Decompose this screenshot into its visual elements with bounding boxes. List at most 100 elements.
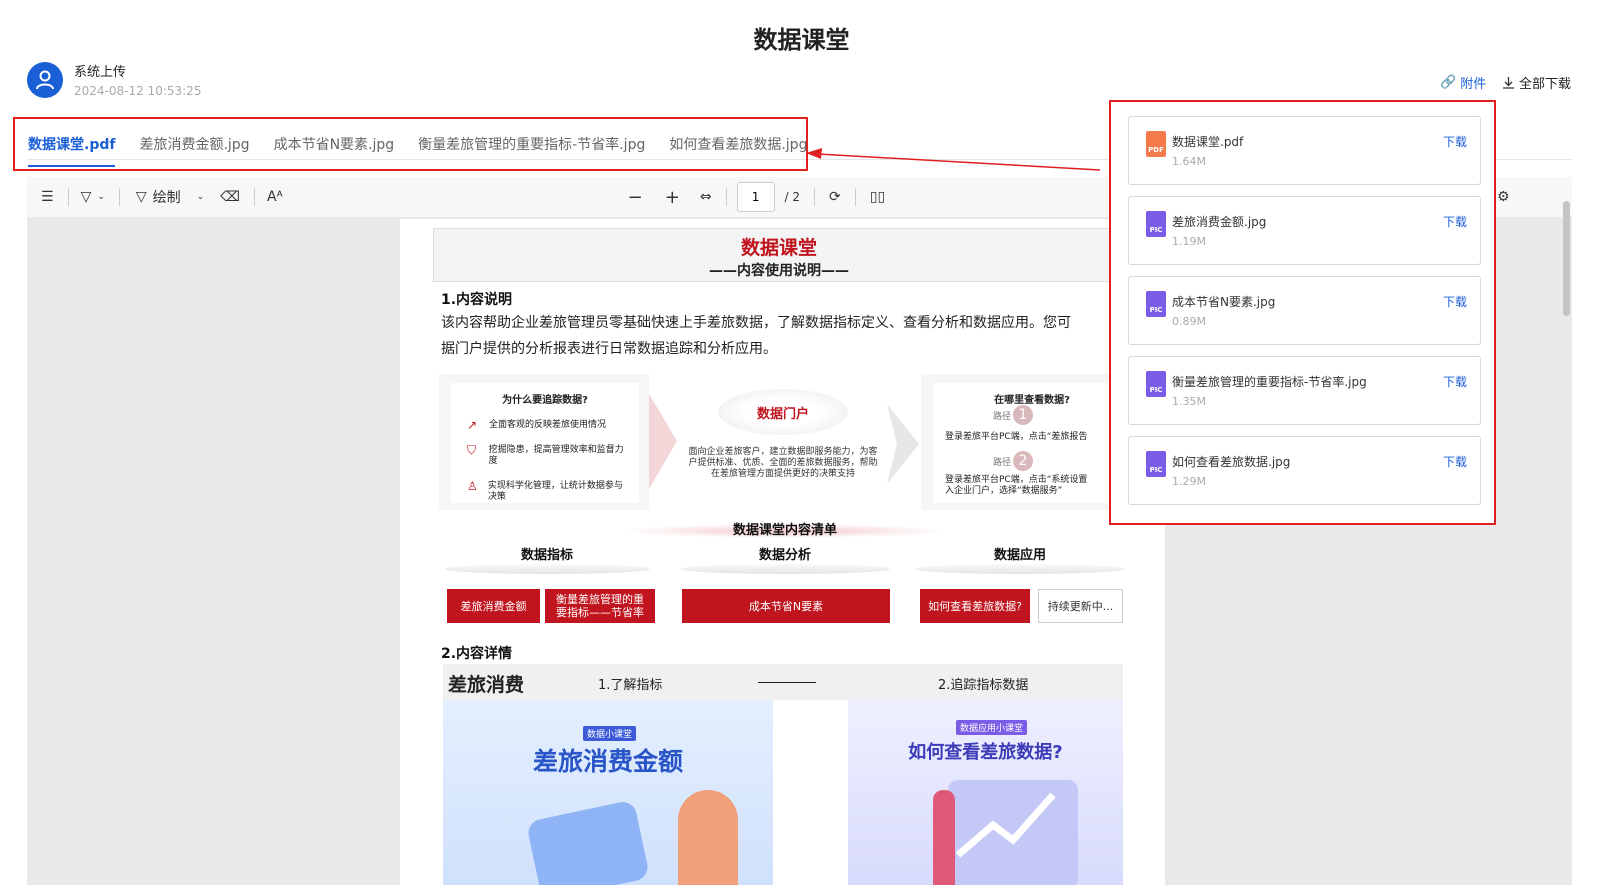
section1-line2: 据门户提供的分析报表进行日常数据追踪和分析应用。: [441, 341, 777, 357]
tab-jpg-1[interactable]: 差旅消费金额.jpg: [139, 134, 249, 154]
detail-category: 差旅消费: [448, 674, 525, 696]
doc-subtitle: ——内容使用说明——: [709, 263, 849, 279]
attachments-label: 附件: [1460, 77, 1487, 92]
section2-title: 2.内容详情: [441, 646, 513, 662]
attachments-link[interactable]: 🔗 附件: [1440, 73, 1486, 92]
toolbar-separator: [854, 188, 856, 206]
path-label: 路径: [993, 458, 1012, 468]
attachment-size: 1.29M: [1172, 475, 1206, 488]
attachment-item[interactable]: PIC 衡量差旅管理的重要指标-节省率.jpg 1.35M 下载: [1128, 356, 1481, 425]
attachment-size: 1.64M: [1172, 155, 1206, 168]
content-box[interactable]: 如何查看差旅数据?: [920, 589, 1030, 623]
download-icon: [1503, 77, 1514, 89]
list-title: 数据课堂内容清单: [732, 523, 837, 538]
tab-jpg-3[interactable]: 衡量差旅管理的重要指标-节省率.jpg: [418, 134, 645, 154]
path2-text: 登录差旅平台PC端，点击“系统设置入企业门户，选择“数据服务”: [945, 475, 1088, 496]
attachment-name: 数据课堂.pdf: [1172, 135, 1244, 149]
card-badge: 数据小课堂: [583, 726, 637, 741]
content-box[interactable]: 差旅消费金额: [447, 589, 540, 623]
content-box: 持续更新中...: [1038, 589, 1123, 623]
attachment-item[interactable]: PDF 数据课堂.pdf 1.64M 下载: [1128, 116, 1481, 185]
two-page-icon[interactable]: ▯▯: [870, 189, 885, 205]
toolbar-separator: [814, 188, 816, 206]
card-badge: 数据应用小课堂: [956, 720, 1028, 735]
shield-icon: ⛉: [467, 443, 477, 457]
column-analysis: 数据分析: [758, 548, 811, 563]
attachment-name: 成本节省N要素.jpg: [1172, 295, 1276, 309]
image-file-icon: PIC: [1146, 451, 1166, 477]
image-file-icon: PIC: [1146, 291, 1166, 317]
scroll-thumb[interactable]: [1563, 201, 1570, 316]
where-view-panel: 在哪里查看数据? 路径 1 登录差旅平台PC端，点击“差旅报告 路径 2 登录差…: [921, 374, 1131, 510]
data-portal-text: 面向企业差旅客户，建立数据即服务能力，为客户提供标准、优质、全面的差旅数据服务，…: [688, 447, 878, 479]
upload-time: 2024-08-12 10:53:25: [74, 84, 202, 98]
rotate-icon[interactable]: ⟳: [829, 189, 841, 205]
download-link[interactable]: 下载: [1443, 293, 1467, 310]
content-box[interactable]: 衡量差旅管理的重要指标——节省率: [545, 589, 655, 623]
draw-tool[interactable]: ▽ 绘制 ⌄: [136, 187, 204, 207]
detail-bar: 差旅消费 1.了解指标 2.追踪指标数据: [443, 664, 1123, 700]
wallet-illustration: [525, 799, 651, 885]
why-item: ⛉ 挖掘隐患，提高管理效率和监督力度: [467, 443, 624, 466]
fit-width-icon[interactable]: ⇔: [700, 189, 712, 205]
toolbar-separator: [254, 188, 256, 206]
section1-text: 该内容帮助企业差旅管理员零基础快速上手差旅数据，了解数据指标定义、查看分析和数据…: [441, 310, 1141, 362]
gear-icon[interactable]: ⚙: [1497, 189, 1510, 205]
tab-jpg-4[interactable]: 如何查看差旅数据.jpg: [669, 134, 807, 154]
chevron-down-icon: ⌄: [196, 192, 205, 202]
shelf: [445, 564, 650, 574]
column-metrics: 数据指标: [520, 548, 573, 563]
toolbar-separator: [118, 188, 120, 206]
zoom-out-button[interactable]: −: [628, 187, 643, 208]
column-application: 数据应用: [993, 548, 1046, 563]
person-icon: ♙: [467, 479, 478, 493]
card-travel-spend[interactable]: 数据小课堂 差旅消费金额: [443, 700, 773, 885]
download-link[interactable]: 下载: [1443, 453, 1467, 470]
why-item: ↗ 全面客观的反映差旅使用情况: [467, 418, 607, 432]
attachment-item[interactable]: PIC 如何查看差旅数据.jpg 1.29M 下载: [1128, 436, 1481, 505]
data-portal-panel: 数据门户 面向企业差旅客户，建立数据即服务能力，为客户提供标准、优质、全面的差旅…: [685, 379, 881, 499]
eraser-icon[interactable]: ⌫: [220, 189, 240, 205]
content-box[interactable]: 成本节省N要素: [682, 589, 890, 623]
download-all-button[interactable]: 全部下载: [1502, 73, 1571, 92]
download-link[interactable]: 下载: [1443, 373, 1467, 390]
toolbar-separator: [67, 188, 69, 206]
pdf-file-icon: PDF: [1146, 131, 1166, 157]
page-total: / 2: [784, 190, 801, 204]
highlight-tool[interactable]: ▽ ⌄: [81, 189, 105, 205]
attachment-name: 差旅消费金额.jpg: [1172, 215, 1267, 229]
attachment-size: 0.89M: [1172, 315, 1206, 328]
highlighter-icon: ▽: [80, 189, 92, 205]
attachments-panel: PDF 数据课堂.pdf 1.64M 下载 PIC 差旅消费金额.jpg 1.1…: [1109, 100, 1496, 525]
page-number-input[interactable]: [736, 182, 775, 212]
download-link[interactable]: 下载: [1443, 213, 1467, 230]
section1-line1: 该内容帮助企业差旅管理员零基础快速上手差旅数据，了解数据指标定义、查看分析和数据…: [441, 315, 1071, 331]
person-illustration: [678, 790, 738, 885]
section1-title: 1.内容说明: [441, 292, 513, 308]
read-aloud-icon[interactable]: A͏ᴬ: [267, 189, 283, 205]
scrollbar[interactable]: [1561, 183, 1572, 885]
zoom-in-button[interactable]: +: [665, 187, 680, 208]
path-number: 1: [1013, 405, 1033, 425]
path-label: 路径: [993, 412, 1012, 422]
data-portal-title: 数据门户: [718, 389, 848, 435]
toolbar-separator: [725, 188, 727, 206]
download-all-label: 全部下载: [1519, 77, 1572, 92]
download-link[interactable]: 下载: [1443, 133, 1467, 150]
attachment-name: 衡量差旅管理的重要指标-节省率.jpg: [1172, 375, 1367, 389]
attachment-item[interactable]: PIC 成本节省N要素.jpg 0.89M 下载: [1128, 276, 1481, 345]
tab-pdf[interactable]: 数据课堂.pdf: [28, 134, 116, 167]
arrow-right-icon: [887, 404, 919, 484]
tab-jpg-2[interactable]: 成本节省N要素.jpg: [274, 134, 395, 154]
user-icon: [36, 70, 54, 90]
attachment-item[interactable]: PIC 差旅消费金额.jpg 1.19M 下载: [1128, 196, 1481, 265]
card-view-data[interactable]: 数据应用小课堂 如何查看差旅数据?: [848, 700, 1123, 885]
attachment-name: 如何查看差旅数据.jpg: [1172, 455, 1291, 469]
trend-up-icon: [955, 792, 1056, 858]
outline-icon[interactable]: ☰: [41, 189, 54, 205]
path1-text: 登录差旅平台PC端，点击“差旅报告: [945, 432, 1088, 442]
page-title: 数据课堂: [753, 26, 850, 54]
card-title: 差旅消费金额: [532, 747, 683, 776]
file-tabs: 数据课堂.pdf 差旅消费金额.jpg 成本节省N要素.jpg 衡量差旅管理的重…: [13, 117, 808, 171]
step-arrow: [758, 682, 816, 683]
